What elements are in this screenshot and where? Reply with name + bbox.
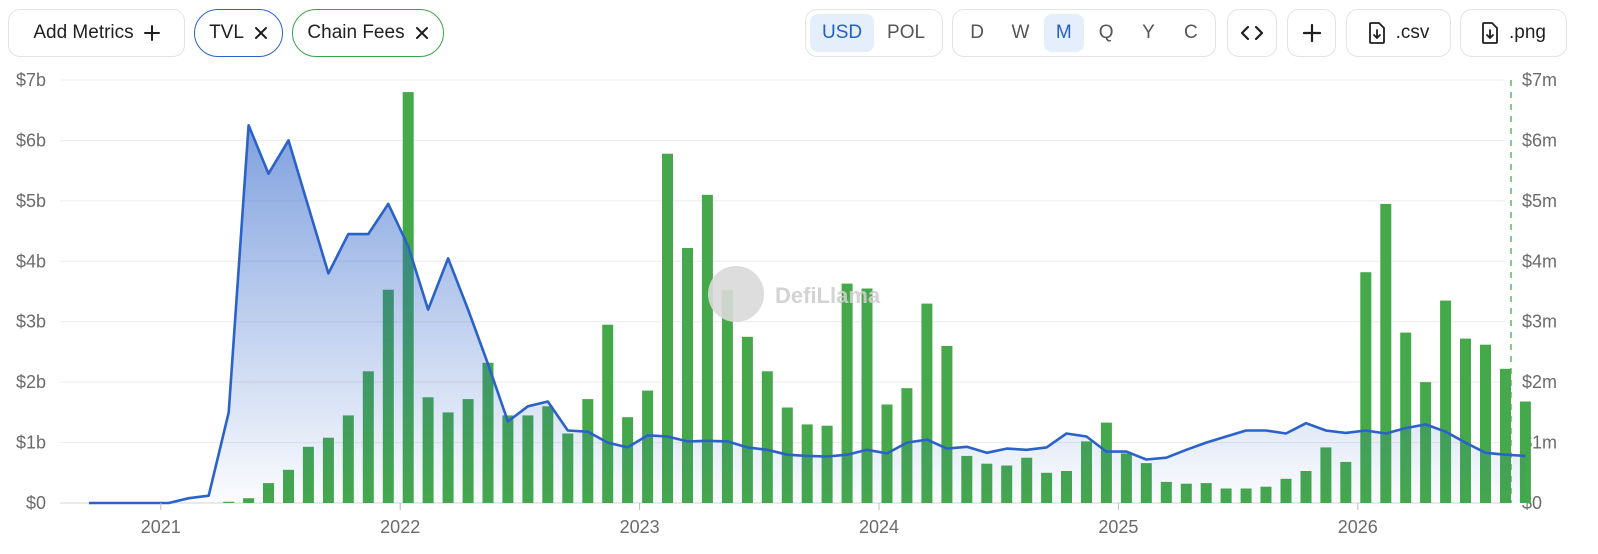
watermark: DefiLlama [708, 266, 881, 322]
plus-icon [143, 25, 160, 41]
x-tick-label: 2025 [1098, 517, 1138, 537]
add-metrics-label: Add Metrics [33, 22, 134, 43]
period-w[interactable]: W [999, 14, 1041, 52]
download-csv-label: .csv [1395, 22, 1430, 43]
metric-pill-chain-fees[interactable]: Chain Fees [292, 9, 444, 57]
y-axis-left: $0 $1b $2b $3b $4b $5b $6b $7b [16, 70, 46, 513]
download-png-label: .png [1509, 22, 1546, 43]
y-right-tick-label: $7m [1522, 70, 1557, 90]
period-c[interactable]: C [1171, 14, 1211, 52]
y-right-tick-label: $4m [1522, 251, 1557, 271]
metric-pill-tvl[interactable]: TVL [194, 9, 283, 57]
x-axis: 2021 2022 2023 2024 2025 2026 [141, 503, 1378, 537]
embed-button[interactable] [1227, 9, 1277, 57]
download-csv-button[interactable]: .csv [1346, 9, 1451, 57]
metric-pill-tvl-label: TVL [209, 22, 244, 43]
close-icon[interactable] [254, 26, 268, 40]
add-metrics-button[interactable]: Add Metrics [8, 9, 185, 57]
y-left-tick-label: $4b [16, 251, 46, 271]
chart-toolbar: Add Metrics TVL Chain Fees USD POL D W M… [0, 0, 1598, 70]
llama-logo-icon [708, 266, 764, 322]
watermark-text: DefiLlama [775, 283, 881, 308]
file-download-icon [1481, 22, 1499, 44]
y-right-tick-label: $2m [1522, 372, 1557, 392]
code-icon [1240, 25, 1264, 41]
x-tick-label: 2023 [620, 517, 660, 537]
x-tick-label: 2021 [141, 517, 181, 537]
period-toggle: D W M Q Y C [952, 9, 1216, 57]
y-left-tick-label: $0 [26, 493, 46, 513]
add-chart-button[interactable] [1287, 9, 1336, 57]
close-icon[interactable] [415, 26, 429, 40]
y-right-tick-label: $6m [1522, 130, 1557, 150]
file-download-icon [1368, 22, 1386, 44]
y-left-tick-label: $3b [16, 312, 46, 332]
x-tick-label: 2026 [1338, 517, 1378, 537]
y-left-tick-label: $7b [16, 70, 46, 90]
currency-pol[interactable]: POL [874, 14, 938, 52]
y-left-tick-label: $1b [16, 433, 46, 453]
x-tick-label: 2024 [859, 517, 899, 537]
download-png-button[interactable]: .png [1460, 9, 1567, 57]
currency-usd[interactable]: USD [810, 14, 875, 52]
plus-icon [1302, 24, 1321, 42]
y-left-tick-label: $2b [16, 372, 46, 392]
y-left-tick-label: $6b [16, 130, 46, 150]
y-right-tick-label: $5m [1522, 191, 1557, 211]
period-m[interactable]: M [1043, 14, 1084, 52]
currency-toggle: USD POL [805, 9, 943, 57]
period-q[interactable]: Q [1086, 14, 1126, 52]
tvl-fees-chart: $0$1b$2b$3b$4b$5b$6b$7b $0$1m$2m$3m$4m$5… [16, 70, 1557, 537]
y-right-tick-label: $3m [1522, 312, 1557, 332]
period-d[interactable]: D [957, 14, 997, 52]
period-y[interactable]: Y [1128, 14, 1168, 52]
y-left-tick-label: $5b [16, 191, 46, 211]
x-tick-label: 2022 [380, 517, 420, 537]
metric-pill-chain-fees-label: Chain Fees [307, 22, 405, 43]
